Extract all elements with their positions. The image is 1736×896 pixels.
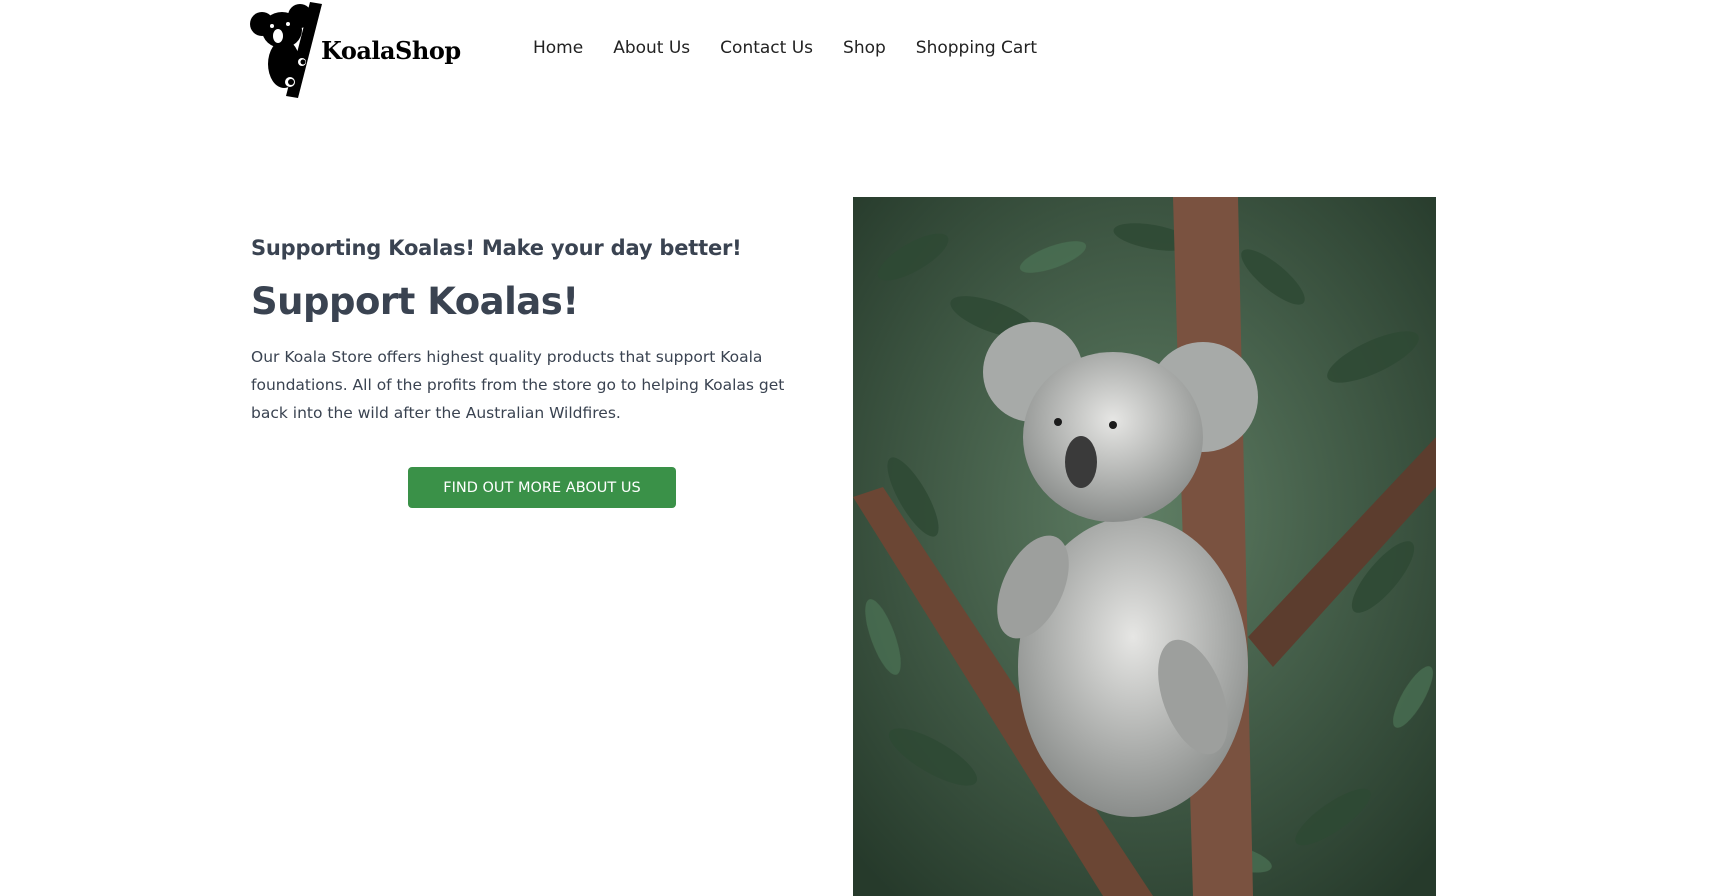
koala-photo: [853, 197, 1436, 896]
nav-about-us[interactable]: About Us: [613, 38, 690, 58]
site-header: KoalaShop Home About Us Contact Us Shop …: [0, 0, 1736, 100]
koala-logo-icon: [250, 2, 322, 98]
find-out-more-button[interactable]: FIND OUT MORE ABOUT US: [408, 467, 676, 508]
brand-name: KoalaShop: [321, 36, 461, 65]
hero-description: Our Koala Store offers highest quality p…: [251, 348, 785, 422]
hero-section: Supporting Koalas! Make your day better!…: [251, 236, 811, 427]
nav-shop[interactable]: Shop: [843, 38, 886, 58]
nav-contact-us[interactable]: Contact Us: [720, 38, 813, 58]
main-nav: Home About Us Contact Us Shop Shopping C…: [533, 38, 1037, 58]
nav-shopping-cart[interactable]: Shopping Cart: [916, 38, 1037, 58]
nav-home[interactable]: Home: [533, 38, 583, 58]
logo-link[interactable]: KoalaShop: [250, 2, 461, 98]
hero-tagline: Supporting Koalas! Make your day better!: [251, 236, 742, 260]
hero-headline: Support Koalas!: [251, 280, 579, 323]
